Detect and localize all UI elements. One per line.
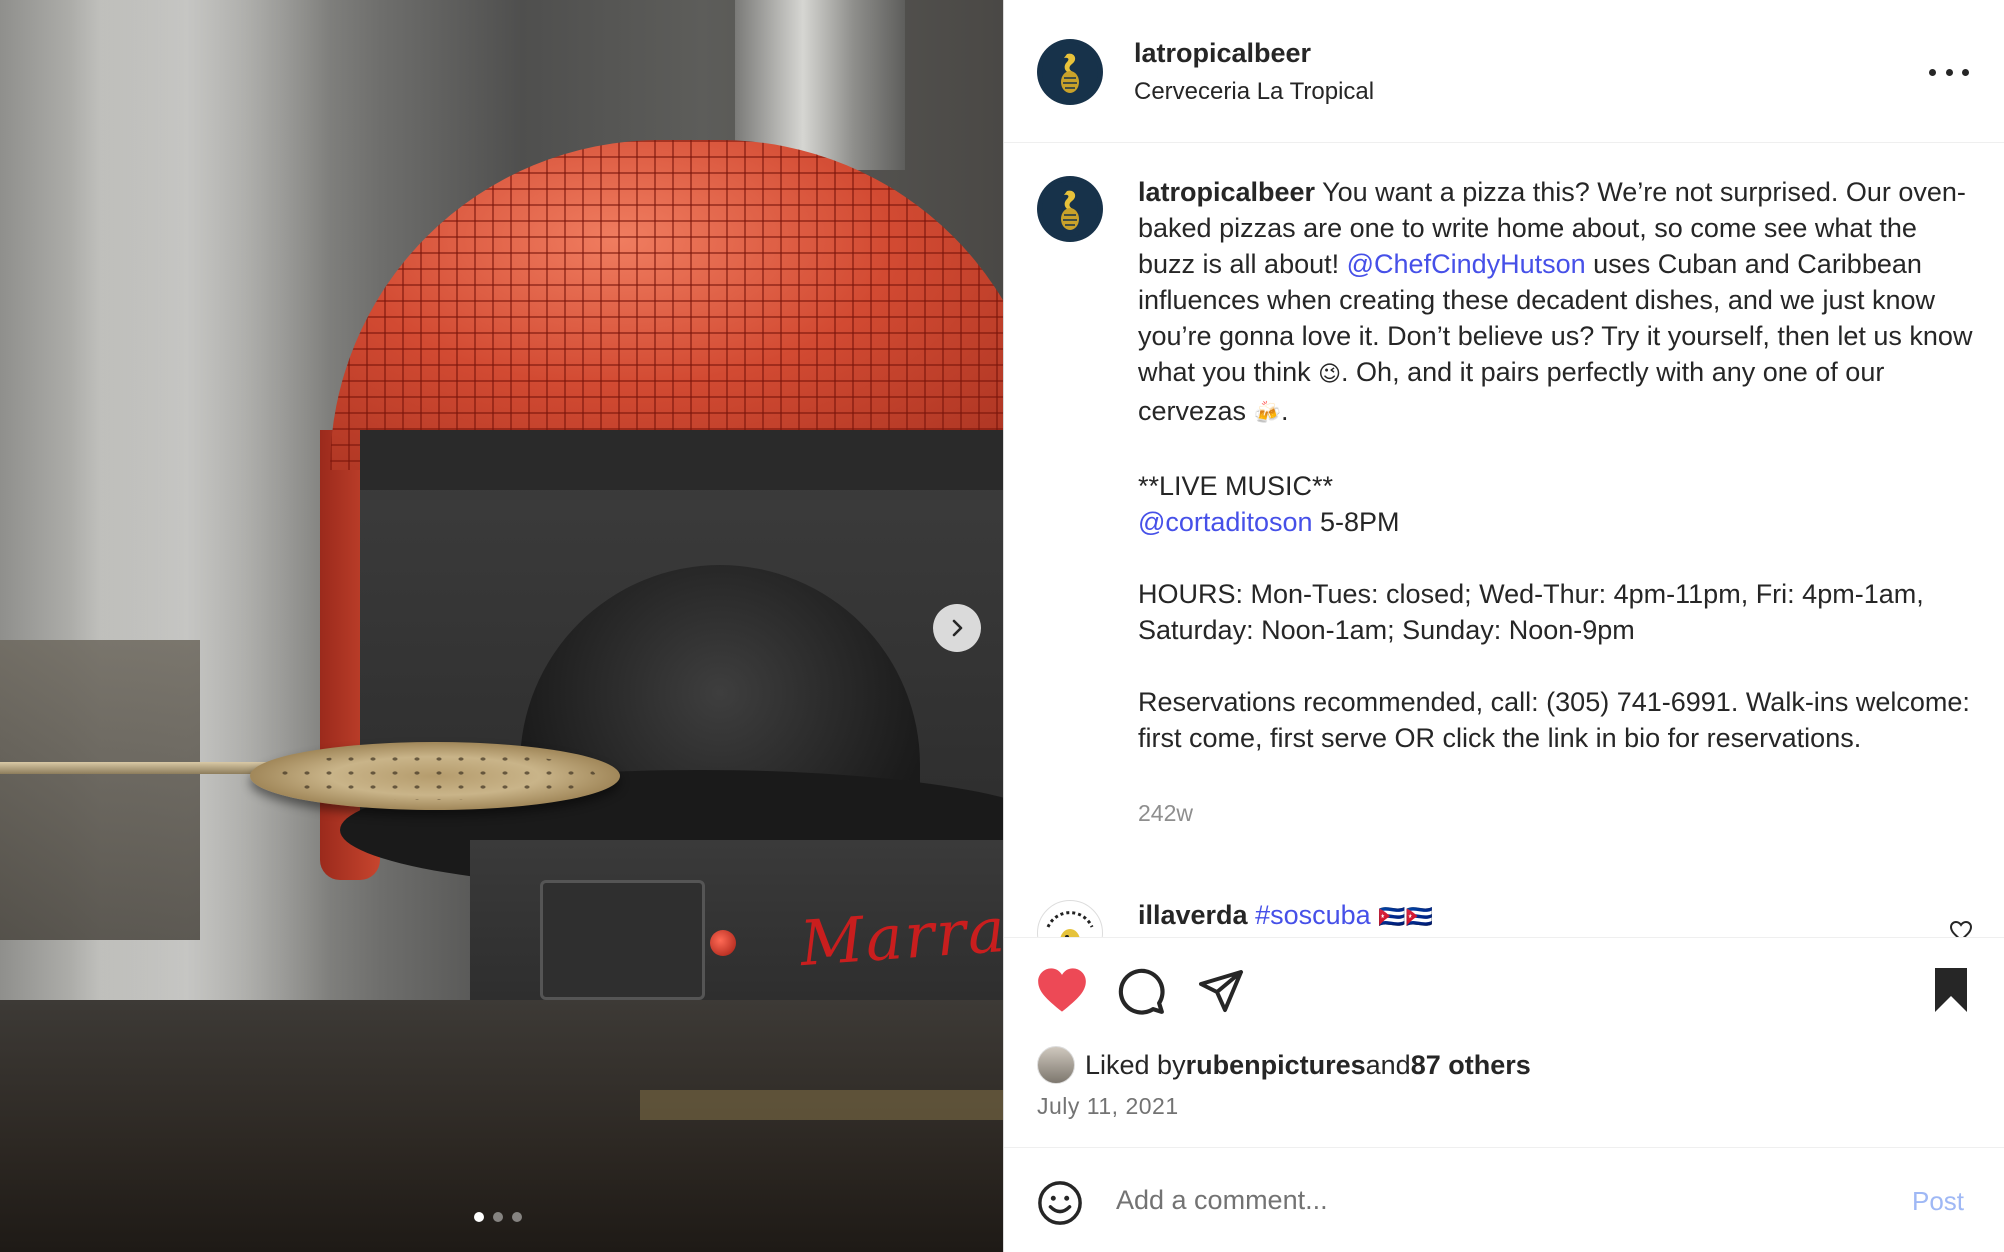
music-time: 5-8PM [1312,507,1400,537]
avatar[interactable] [1037,900,1103,937]
likes-middle: and [1365,1049,1411,1080]
avatar[interactable] [1037,176,1103,242]
post-location[interactable]: Cerveceria La Tropical [1134,78,1374,106]
more-icon [1929,68,1936,76]
emoji-picker-button[interactable] [1037,1180,1083,1231]
carousel-next-button[interactable] [933,604,981,652]
carousel-dot [474,1212,484,1222]
oven-knob [710,930,736,956]
wink-emoji: 😉 [1318,362,1342,387]
hours-text: HOURS: Mon-Tues: closed; Wed-Thur: 4pm-1… [1138,579,1924,645]
comment-text: illaverda #soscuba 🇨🇺🇨🇺 [1138,900,1433,931]
liker-username[interactable]: rubenpictures [1186,1050,1366,1081]
comment-input[interactable] [1116,1178,1816,1222]
post-date[interactable]: July 11, 2021 [1037,1093,1179,1120]
heart-icon [1038,968,1086,1012]
post-side-panel: latropicalbeer Cerveceria La Tropical la… [1003,0,2004,1252]
post-image[interactable]: Marra [0,0,1003,1252]
avatar[interactable] [1037,39,1103,105]
comment-icon [1118,968,1165,1015]
likes-others-link[interactable]: 87 others [1411,1050,1531,1081]
live-music-heading: **LIVE MUSIC** [1138,471,1334,501]
caption-paragraph: latropicalbeer You want a pizza this? We… [1138,174,1978,432]
post-caption: latropicalbeer You want a pizza this? We… [1138,174,1978,756]
oven-band [360,430,1003,490]
flamingo-logo-icon [1042,44,1098,100]
oven-dome [330,140,1003,470]
save-button[interactable] [1930,966,1972,1019]
carousel-dot [493,1212,503,1222]
likes-prefix: Liked by [1085,1049,1186,1080]
carousel-dots [474,1212,522,1222]
flamingo-logo-icon [1042,181,1098,237]
post-time-ago[interactable]: 242w [1138,800,1193,827]
avatar[interactable] [1037,1046,1075,1084]
pizza-peel [0,762,270,774]
add-comment-bar: Post [1004,1147,2004,1252]
like-button[interactable] [1036,966,1088,1019]
mention-link[interactable]: @cortaditoson [1138,507,1313,537]
commenter-avatar-icon [1041,904,1099,937]
more-icon [1962,68,1969,76]
comment-button[interactable] [1116,966,1166,1021]
more-icon [1945,68,1953,76]
post-button[interactable]: Post [1912,1186,1964,1217]
live-music-line: @cortaditoson 5-8PM [1138,504,1978,540]
carousel-dot [512,1212,522,1222]
post-header: latropicalbeer Cerveceria La Tropical [1004,0,2004,143]
comment-row: illaverda #soscuba 🇨🇺🇨🇺 [1004,874,2004,937]
caption-username[interactable]: latropicalbeer [1138,177,1315,207]
comment-username[interactable]: illaverda [1138,900,1248,930]
caption-text: . [1280,396,1289,426]
shelf [0,640,200,940]
more-options-button[interactable] [1929,58,1969,86]
pizza [250,742,620,810]
share-button[interactable] [1197,966,1245,1019]
share-icon [1199,970,1243,1012]
smiley-icon [1038,1181,1082,1225]
comments-scroll-area[interactable]: latropicalbeer You want a pizza this? We… [1004,144,2004,937]
heart-outline-icon [1949,920,1973,937]
comment-like-button[interactable] [1949,920,1973,937]
bookmark-icon [1935,968,1967,1012]
reservations-text: Reservations recommended, call: (305) 74… [1138,687,1970,753]
post-author-username[interactable]: latropicalbeer [1134,38,1311,69]
chevron-right-icon [952,619,963,637]
oven-control-panel [540,880,705,1000]
likes-summary: Liked by rubenpictures and 87 others [1037,1046,1531,1084]
mention-link[interactable]: @ChefCindyHutson [1347,249,1586,279]
post-actions: Liked by rubenpictures and 87 others Jul… [1004,937,2004,1147]
cuba-flag-emoji: 🇨🇺🇨🇺 [1378,905,1433,930]
floor-stripe [640,1090,1003,1120]
hashtag-link[interactable]: #soscuba [1255,900,1371,930]
beers-emoji: 🍻 [1253,401,1281,426]
oven-brand-logo: Marra [797,892,1003,981]
